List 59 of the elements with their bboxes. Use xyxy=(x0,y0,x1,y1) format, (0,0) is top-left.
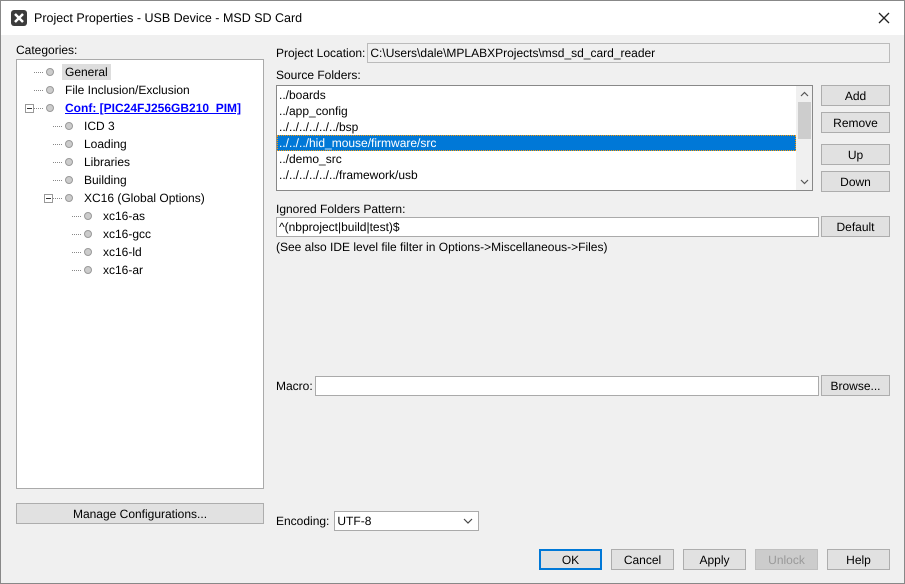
folder-button[interactable]: Up xyxy=(821,144,890,165)
chevron-icon xyxy=(463,518,474,524)
category-item[interactable]: Conf: [PIC24FJ256GB210_PIM] xyxy=(62,100,244,116)
macro-label: Macro: xyxy=(276,378,313,392)
category-item[interactable]: xc16-gcc xyxy=(100,226,154,242)
category-item[interactable]: Loading xyxy=(81,136,130,152)
node-icon xyxy=(84,230,92,238)
category-item[interactable]: ICD 3 xyxy=(81,118,118,134)
category-item[interactable]: xc16-ar xyxy=(100,262,146,278)
node-icon xyxy=(65,122,73,130)
window-title: Project Properties - USB Device - MSD SD Card xyxy=(34,11,304,25)
collapse-icon[interactable] xyxy=(44,194,53,202)
category-item[interactable]: General xyxy=(62,64,111,80)
close-icon[interactable] xyxy=(878,12,890,24)
app-icon xyxy=(11,10,27,26)
node-icon xyxy=(65,140,73,148)
scrollbar[interactable] xyxy=(796,86,812,190)
ignored-pattern-label: Ignored Folders Pattern: xyxy=(276,202,406,216)
dialog-button[interactable]: Help xyxy=(827,549,890,570)
dialog-button[interactable]: Cancel xyxy=(611,549,674,570)
folder-item[interactable]: ../boards xyxy=(277,87,796,103)
project-location-field[interactable]: C:\Users\dale\MPLABXProjects\msd_sd_card_reader xyxy=(367,43,890,63)
manage-configurations-button[interactable]: Manage Configurations... xyxy=(16,503,264,524)
category-item[interactable]: XC16 (Global Options) xyxy=(81,190,208,206)
node-icon xyxy=(46,86,54,94)
node-icon xyxy=(65,194,73,202)
node-icon xyxy=(84,212,92,220)
browse-button[interactable]: Browse... xyxy=(821,375,890,396)
category-item[interactable]: xc16-as xyxy=(100,208,148,224)
folder-item[interactable]: ../app_config xyxy=(277,103,796,119)
node-icon xyxy=(84,266,92,274)
node-icon xyxy=(84,248,92,256)
folder-button[interactable]: Down xyxy=(821,171,890,192)
collapse-icon[interactable] xyxy=(25,104,34,112)
encoding-label: Encoding: xyxy=(276,514,330,528)
folder-item[interactable]: ../../../../../../framework/usb xyxy=(277,167,796,183)
folder-item[interactable]: ../demo_src xyxy=(277,151,796,167)
category-item[interactable]: Libraries xyxy=(81,154,134,170)
default-button[interactable]: Default xyxy=(821,216,890,237)
source-folders-label: Source Folders: xyxy=(276,68,362,82)
folder-item[interactable]: ../../../hid_mouse/firmware/src xyxy=(277,135,796,151)
category-item[interactable]: File Inclusion/Exclusion xyxy=(62,82,193,98)
macro-field[interactable] xyxy=(314,376,819,396)
category-item[interactable]: xc16-ld xyxy=(100,244,145,260)
node-icon xyxy=(46,68,54,76)
project-location-label: Project Location: xyxy=(276,46,366,60)
node-icon xyxy=(46,104,54,112)
dialog-button[interactable]: Apply xyxy=(683,549,746,570)
ignored-pattern-field[interactable]: ^(nbproject|build|test)$ xyxy=(276,216,819,236)
filter-note: (See also IDE level file filter in Options->Miscellaneous->Files) xyxy=(276,240,608,254)
folder-item[interactable]: ../../../../../../bsp xyxy=(277,119,796,135)
node-icon xyxy=(65,158,73,166)
folder-button[interactable]: Remove xyxy=(821,112,890,133)
dialog-button[interactable]: OK xyxy=(539,549,602,570)
node-icon xyxy=(65,176,73,184)
categories-label: Categories: xyxy=(16,43,78,57)
encoding-dropdown[interactable]: UTF-8 xyxy=(334,511,480,531)
folder-button[interactable]: Add xyxy=(821,85,890,106)
category-item[interactable]: Building xyxy=(81,172,130,188)
